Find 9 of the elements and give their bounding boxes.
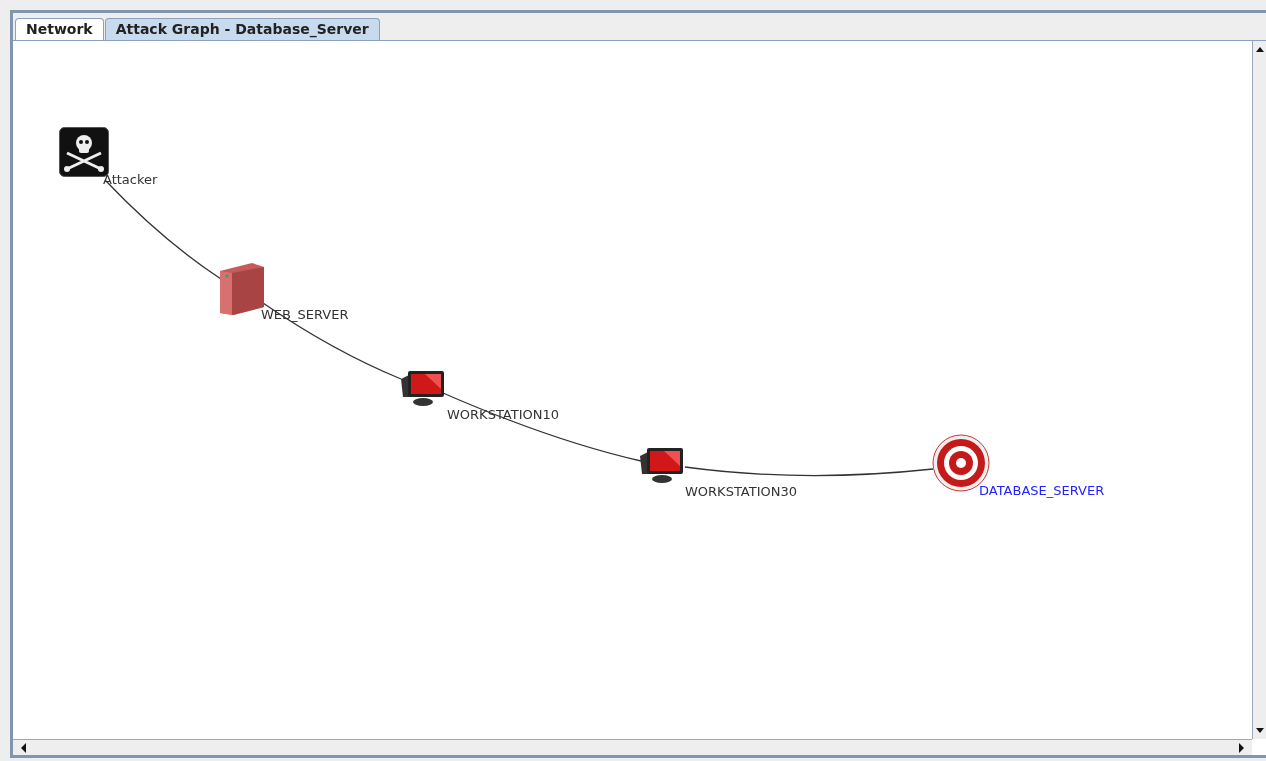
tab[interactable]: Network: [15, 18, 104, 40]
node-label: WORKSTATION30: [685, 484, 797, 499]
computer-icon[interactable]: [638, 446, 686, 484]
computer-icon[interactable]: [399, 369, 447, 407]
node-label: Attacker: [103, 172, 158, 187]
tab[interactable]: Attack Graph - Database_Server: [104, 18, 380, 40]
horizontal-scrollbar[interactable]: [13, 739, 1252, 755]
vertical-scrollbar[interactable]: [1252, 41, 1266, 739]
node-label: DATABASE_SERVER: [979, 483, 1105, 498]
